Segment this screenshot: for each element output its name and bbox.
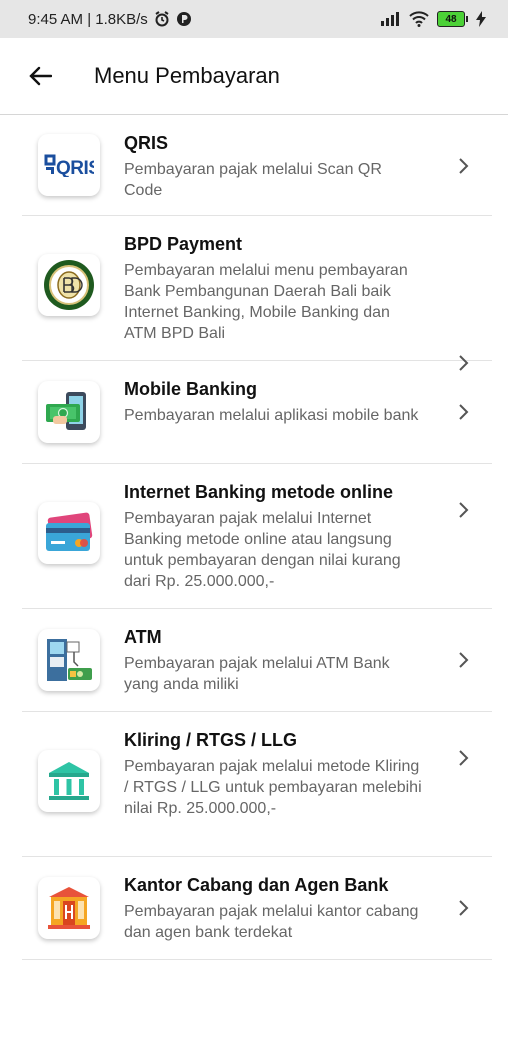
atm-icon (38, 629, 100, 691)
credit-card-icon (38, 502, 100, 564)
payment-item-kliring[interactable]: Kliring / RTGS / LLG Pembayaran pajak me… (22, 712, 492, 857)
payment-item-title: QRIS (124, 133, 169, 153)
chevron-right-icon (459, 900, 469, 916)
wifi-icon (409, 11, 429, 27)
payment-item-bpd[interactable]: BPD Payment Pembayaran melalui menu pemb… (22, 216, 492, 371)
app-bar: Menu Pembayaran (0, 38, 508, 115)
payment-item-title: BPD Payment (124, 234, 243, 254)
payment-item-atm[interactable]: ATM Pembayaran pajak melalui ATM Bank ya… (22, 609, 492, 712)
payment-item-title: Kliring / RTGS / LLG (124, 730, 297, 750)
app-notification-icon (176, 12, 191, 26)
signal-icon (381, 12, 399, 26)
payment-item-title: ATM (124, 627, 162, 647)
chevron-right-icon (459, 404, 469, 420)
bank-office-icon (38, 877, 100, 939)
payment-item-description: Pembayaran melalui aplikasi mobile bank (124, 407, 419, 424)
payment-item-mobile-banking[interactable]: Mobile Banking Pembayaran melalui aplika… (22, 361, 492, 464)
alarm-icon (155, 11, 169, 27)
payment-item-title: Kantor Cabang dan Agen Bank (124, 875, 389, 895)
payment-method-list: QRIS QRIS Pembayaran pajak melalui Scan … (22, 115, 492, 960)
chevron-right-icon (459, 652, 469, 668)
payment-item-description: Pembayaran melalui menu pembayaran Bank … (124, 262, 408, 342)
battery-icon: 48 (437, 11, 468, 27)
chevron-right-icon (459, 158, 469, 174)
back-button[interactable] (20, 56, 60, 96)
payment-item-description: Pembayaran pajak melalui Scan QR Code (124, 161, 382, 199)
payment-item-description: Pembayaran pajak melalui kantor cabang d… (124, 903, 419, 941)
payment-item-description: Pembayaran pajak melalui ATM Bank yang a… (124, 655, 390, 693)
payment-item-title: Mobile Banking (124, 379, 258, 399)
page-title: Menu Pembayaran (94, 63, 280, 88)
charging-icon (476, 11, 486, 27)
bpd-bali-logo-icon (38, 254, 100, 316)
qris-logo-icon: QRIS (38, 134, 100, 196)
status-time-speed: 9:45 AM | 1.8KB/s (28, 10, 148, 28)
payment-item-internet-banking[interactable]: Internet Banking metode online Pembayara… (22, 464, 492, 609)
status-bar: 9:45 AM | 1.8KB/s 48 (0, 0, 508, 38)
bank-building-icon (38, 750, 100, 812)
payment-item-title: Internet Banking metode online (124, 482, 394, 502)
mobile-banking-icon (38, 381, 100, 443)
payment-item-description: Pembayaran pajak melalui Internet Bankin… (124, 510, 401, 590)
chevron-right-icon (459, 750, 469, 766)
qris-logo-text: QRIS (56, 158, 94, 177)
battery-level: 48 (437, 11, 465, 27)
payment-item-kantor-cabang[interactable]: Kantor Cabang dan Agen Bank Pembayaran p… (22, 857, 492, 960)
payment-item-description: Pembayaran pajak melalui metode Kliring … (124, 758, 422, 817)
chevron-right-icon (459, 502, 469, 518)
payment-item-qris[interactable]: QRIS QRIS Pembayaran pajak melalui Scan … (22, 115, 492, 216)
arrow-left-icon (29, 66, 52, 86)
